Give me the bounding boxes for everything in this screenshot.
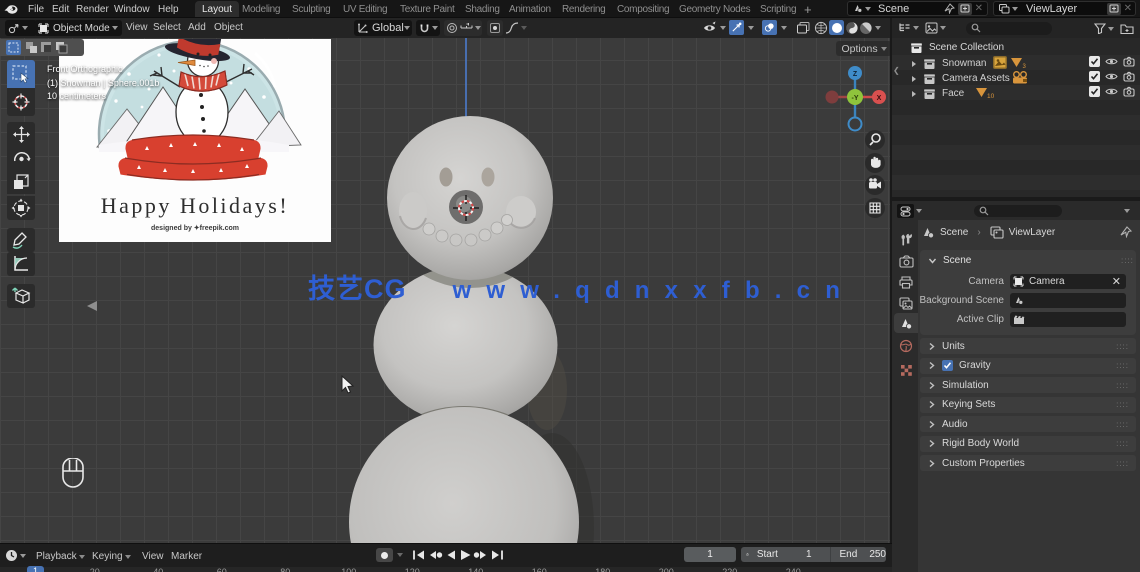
svg-text:X: X: [877, 95, 882, 102]
svg-text:-Y: -Y: [852, 95, 859, 102]
svg-text:3: 3: [1023, 64, 1027, 70]
svg-text:10: 10: [987, 93, 995, 100]
svg-text:Z: Z: [853, 71, 858, 78]
